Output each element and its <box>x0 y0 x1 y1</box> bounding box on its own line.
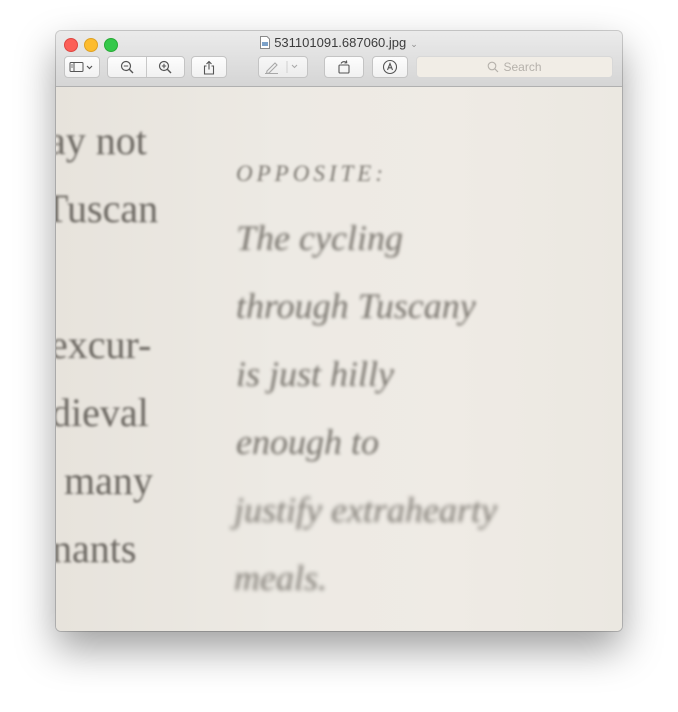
page-text-line: ay not <box>56 118 147 163</box>
page-text-line: many <box>64 458 153 503</box>
segment-divider <box>146 57 147 77</box>
caption-line: The cycling <box>236 218 403 258</box>
caption-line: justify extrahearty <box>234 490 497 530</box>
share-button[interactable] <box>191 56 227 78</box>
page-text-line: dieval <box>56 390 149 435</box>
zoom-out-button[interactable] <box>108 60 146 74</box>
preview-window: 531101091.687060.jpg ⌄ Search ay not usc… <box>56 31 622 631</box>
page-text-line: excur- <box>56 322 152 367</box>
rotate-button[interactable] <box>324 56 364 78</box>
zoom-control <box>107 56 185 78</box>
caption-line: enough to <box>236 422 379 462</box>
markup-icon <box>382 59 398 75</box>
zoom-out-icon <box>120 60 134 74</box>
title-bar[interactable]: 531101091.687060.jpg ⌄ Search <box>56 31 622 87</box>
caption-line: meals. <box>234 558 327 598</box>
caption-line: through Tuscany <box>236 286 476 326</box>
markup-toolbar-button[interactable] <box>372 56 408 78</box>
caption-line: is just hilly <box>236 354 395 394</box>
search-placeholder: Search <box>503 60 542 74</box>
zoom-in-icon <box>158 60 172 74</box>
zoom-in-button[interactable] <box>146 60 184 74</box>
window-title[interactable]: 531101091.687060.jpg ⌄ <box>56 34 622 53</box>
search-field[interactable]: Search <box>416 56 613 78</box>
search-icon <box>488 61 499 73</box>
sidebar-toggle-button[interactable] <box>64 56 100 78</box>
sidebar-icon <box>69 62 93 72</box>
chevron-down-icon[interactable]: ⌄ <box>410 39 418 49</box>
page-text-line: Tuscan <box>56 186 159 231</box>
pen-icon <box>265 61 298 74</box>
caption-heading: OPPOSITE: <box>236 161 387 186</box>
window-title-text: 531101091.687060.jpg <box>274 35 407 50</box>
markup-pen-button[interactable] <box>258 56 308 78</box>
page-text-line: nants <box>56 526 137 571</box>
image-document-icon <box>260 36 271 49</box>
image-canvas: ay not Tuscan excur- dieval many nants O… <box>56 87 622 631</box>
share-icon <box>203 60 215 75</box>
rotate-icon <box>338 60 350 74</box>
